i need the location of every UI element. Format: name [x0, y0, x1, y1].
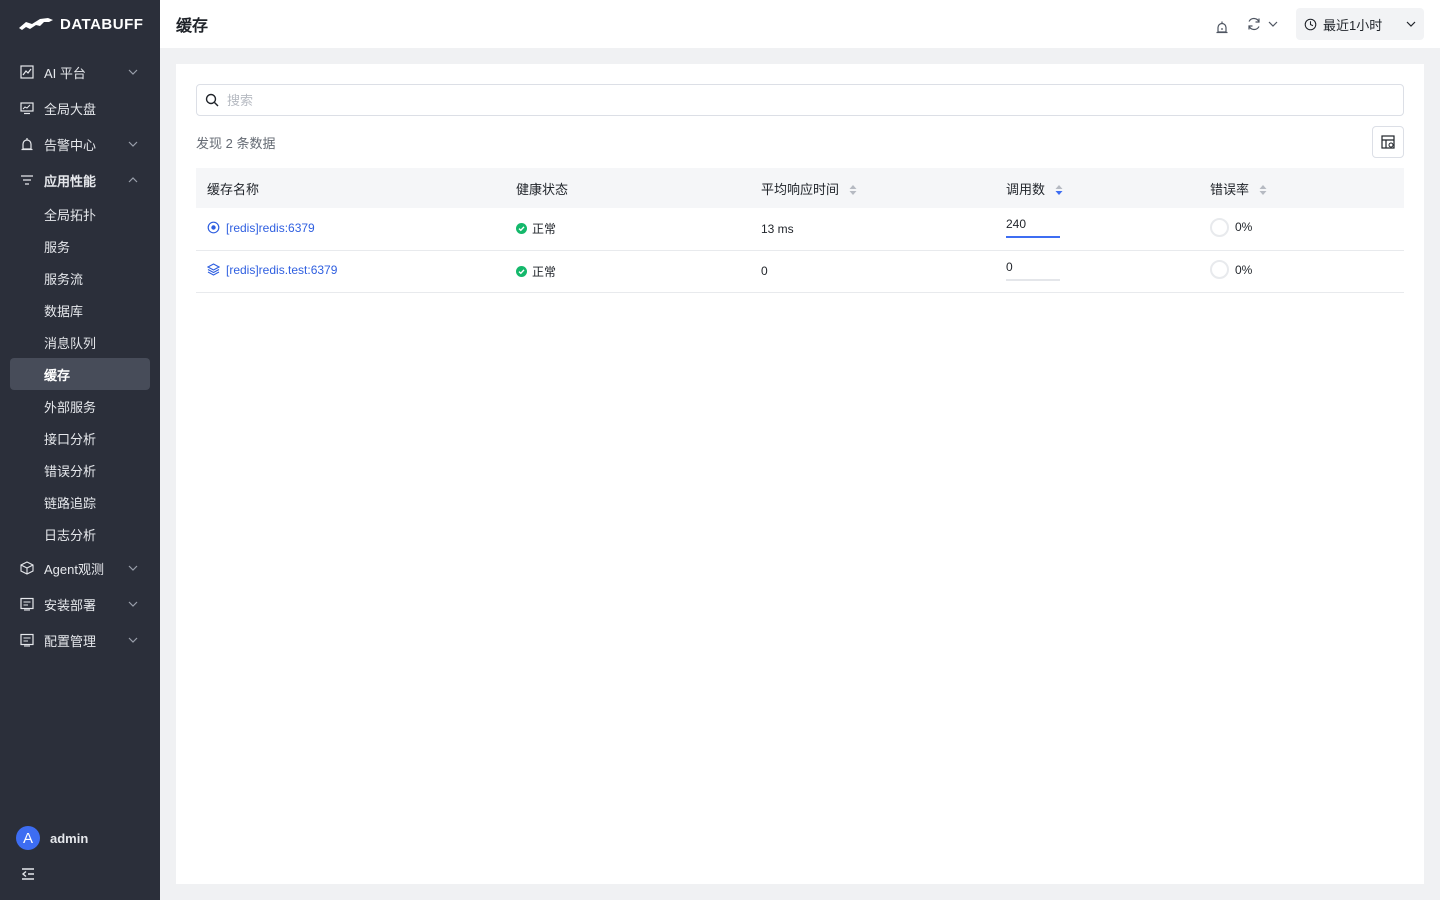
time-range-value: 最近1小时 [1323, 17, 1383, 33]
layers-icon [207, 263, 220, 276]
sidebar-subitem-cache[interactable]: 缓存 [10, 358, 150, 390]
search-icon [205, 93, 219, 107]
check-circle-icon [516, 223, 527, 235]
chart-icon [20, 65, 34, 79]
sort-icon[interactable] [1259, 184, 1267, 196]
cache-name-link[interactable]: [redis]redis.test:6379 [207, 263, 337, 277]
sidebar-subitem-trace[interactable]: 链路追踪 [0, 486, 160, 518]
top-header: 缓存 最近1小时 [160, 0, 1440, 48]
error-rate: 0% [1210, 217, 1252, 237]
user-name: admin [50, 830, 89, 846]
sidebar-item-label: 安装部署 [44, 597, 97, 613]
sidebar-subitem-log-analysis[interactable]: 日志分析 [0, 518, 160, 550]
sidebar-item-agent[interactable]: Agent观测 [0, 550, 160, 586]
sidebar-subitem-database[interactable]: 数据库 [0, 294, 160, 326]
sidebar-item-alarm-center[interactable]: 告警中心 [0, 126, 160, 162]
filter-list-icon [21, 175, 33, 185]
column-header-name: 缓存名称 [207, 181, 260, 197]
chevron-down-icon [128, 601, 138, 607]
chevron-down-icon [1406, 21, 1416, 27]
list-icon [20, 633, 34, 647]
target-icon [207, 221, 220, 234]
sidebar-item-apm[interactable]: 应用性能 [0, 162, 160, 198]
sidebar-item-dashboard[interactable]: 全局大盘 [0, 90, 160, 126]
chevron-up-icon [128, 177, 138, 183]
chevron-down-icon[interactable] [1268, 21, 1278, 27]
collapse-sidebar-icon[interactable] [20, 866, 36, 882]
column-header-health: 健康状态 [516, 181, 569, 197]
check-circle-icon [516, 265, 527, 277]
brand-name: DATABUFF [60, 15, 144, 33]
calls-bar-fill [1006, 236, 1060, 239]
column-header-calls[interactable]: 调用数 [995, 168, 1199, 208]
content-panel: 发现 2 条数据 缓存名称 健康状态 平均响应时间 调用数 [176, 64, 1424, 884]
sidebar-subitem-api-analysis[interactable]: 接口分析 [0, 422, 160, 454]
health-status: 正常 [516, 263, 556, 280]
sidebar-item-label: 应用性能 [44, 173, 97, 189]
calls-bar: 0 [1006, 259, 1060, 281]
sidebar-subitem-service-flow[interactable]: 服务流 [0, 262, 160, 294]
sidebar-item-install[interactable]: 安装部署 [0, 586, 160, 622]
sidebar-subitem-message-queue[interactable]: 消息队列 [0, 326, 160, 358]
calls-bar: 240 [1006, 216, 1060, 239]
ring-progress-icon [1210, 260, 1229, 279]
avg-response-cell: 0 [761, 264, 768, 278]
column-settings-icon [1381, 135, 1395, 149]
sidebar-subitem-external-services[interactable]: 外部服务 [0, 390, 160, 422]
cache-table: 缓存名称 健康状态 平均响应时间 调用数 错误率 [redis]redis:63… [196, 168, 1404, 293]
health-status: 正常 [516, 220, 556, 237]
clock-icon [1304, 18, 1317, 30]
calls-value: 0 [1006, 259, 1013, 274]
table-header-row: 缓存名称 健康状态 平均响应时间 调用数 错误率 [196, 168, 1404, 208]
result-count: 发现 2 条数据 [196, 136, 276, 151]
alarm-bell-icon[interactable] [1214, 20, 1230, 36]
column-settings-button[interactable] [1372, 126, 1404, 158]
calls-value: 240 [1006, 217, 1027, 232]
page-title: 缓存 [176, 18, 209, 35]
time-range-picker[interactable]: 最近1小时 [1296, 8, 1424, 40]
sidebar-item-label: 全局大盘 [44, 101, 97, 117]
error-rate: 0% [1210, 260, 1252, 279]
sidebar: DATABUFF AI 平台 全局大盘 告警中心 应用性能 全局拓扑 服务 服务… [0, 0, 160, 900]
cube-icon [20, 561, 34, 575]
table-row: [redis]redis.test:6379 正常 0 0 0% [196, 250, 1404, 292]
table-row: [redis]redis:6379 正常 13 ms 240 0% [196, 208, 1404, 250]
sidebar-subitem-services[interactable]: 服务 [0, 230, 160, 262]
avg-response-cell: 13 ms [761, 221, 794, 236]
sidebar-item-ai-platform[interactable]: AI 平台 [0, 54, 160, 90]
sidebar-item-label: 告警中心 [44, 137, 97, 153]
avatar: A [16, 826, 40, 850]
chevron-down-icon [128, 69, 138, 75]
monitor-icon [20, 102, 34, 115]
search-box[interactable] [196, 84, 1404, 116]
leopard-logo-icon [19, 18, 53, 30]
sidebar-subitem-error-analysis[interactable]: 错误分析 [0, 454, 160, 486]
user-profile[interactable]: A admin [16, 826, 88, 850]
sidebar-subitem-topology[interactable]: 全局拓扑 [0, 198, 160, 230]
refresh-icon[interactable] [1246, 16, 1262, 32]
refresh-control[interactable] [1246, 16, 1278, 32]
chevron-down-icon [128, 565, 138, 571]
ring-progress-icon [1210, 217, 1229, 237]
chevron-down-icon [128, 637, 138, 643]
column-header-error-rate[interactable]: 错误率 [1199, 168, 1404, 208]
sidebar-item-label: AI 平台 [44, 65, 86, 81]
sidebar-item-label: 配置管理 [44, 633, 97, 649]
list-icon [20, 597, 34, 611]
sidebar-nav: AI 平台 全局大盘 告警中心 应用性能 全局拓扑 服务 服务流 数据库 消息队… [0, 54, 160, 658]
alarm-icon [21, 138, 33, 151]
sort-desc-icon[interactable] [1055, 184, 1063, 196]
cache-name-link[interactable]: [redis]redis:6379 [207, 221, 315, 235]
sort-icon[interactable] [849, 184, 857, 196]
header-tools: 最近1小时 [1214, 8, 1424, 40]
search-input[interactable] [227, 92, 1377, 108]
sidebar-item-config[interactable]: 配置管理 [0, 622, 160, 658]
sidebar-item-label: Agent观测 [44, 561, 104, 577]
chevron-down-icon [128, 141, 138, 147]
column-header-avg-response[interactable]: 平均响应时间 [750, 168, 995, 208]
logo[interactable]: DATABUFF [0, 0, 160, 48]
